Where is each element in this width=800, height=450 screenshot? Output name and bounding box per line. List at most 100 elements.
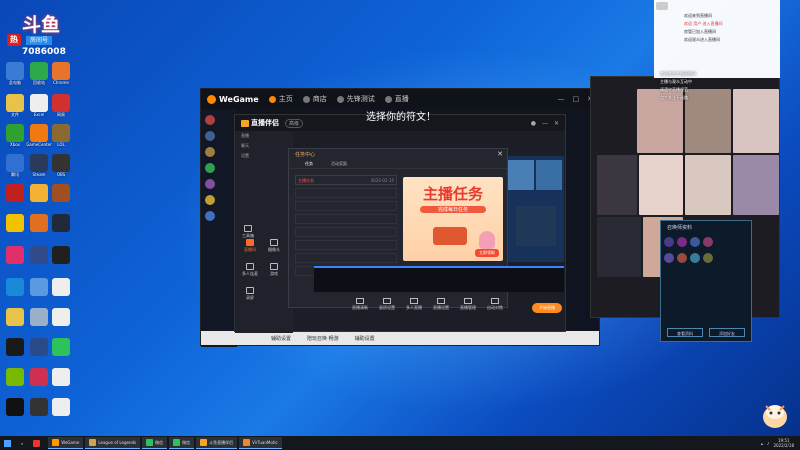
taskbar-item[interactable] (29, 437, 46, 449)
champion-avatar[interactable] (205, 179, 215, 189)
champion-avatar[interactable] (205, 131, 215, 141)
taskbar-item-vtuber[interactable]: VirTuanMotic (239, 437, 282, 449)
bottom-item[interactable]: 辅助设置 (271, 335, 291, 342)
desktop-icon[interactable] (48, 246, 74, 274)
desktop-icon[interactable] (48, 214, 74, 242)
task-row (295, 214, 397, 224)
tool-multi[interactable]: 多人连麦 (241, 263, 259, 277)
view-profile-button[interactable]: 查看资料 (667, 328, 703, 337)
taskbar-item-wegame[interactable]: WeGame (48, 437, 84, 449)
desktop-icon[interactable] (48, 184, 74, 212)
desktop-icon[interactable]: 此电脑 (2, 62, 28, 90)
photo-tile[interactable] (597, 155, 637, 215)
desktop-icon[interactable] (48, 398, 74, 426)
desktop-icon[interactable]: Chrome (48, 62, 74, 90)
bottom-item[interactable]: 陪玩召唤 畅游 (307, 335, 339, 342)
desktop-icon[interactable] (2, 308, 28, 336)
taskbar-item-lol[interactable]: League of Legends (85, 437, 141, 449)
desktop-icon[interactable]: 文件 (2, 94, 28, 122)
champion-avatar[interactable] (205, 147, 215, 157)
app-icon (52, 94, 70, 112)
desktop-icon[interactable]: 腾讯 (2, 154, 28, 182)
champion-list (201, 109, 237, 347)
start-button[interactable] (0, 437, 15, 449)
tool-live-room[interactable]: 直播间 (241, 239, 259, 253)
app-icon (30, 246, 48, 264)
champion-avatar[interactable] (205, 163, 215, 173)
sidebar-item[interactable]: 设置 (235, 151, 293, 161)
minimize-icon[interactable]: — (542, 120, 548, 127)
task-row[interactable]: 主播任务 2022-02-15 (295, 175, 397, 185)
desktop-icon[interactable] (2, 214, 28, 242)
desktop-icon[interactable] (2, 368, 28, 396)
tier-pill[interactable]: 高级 (285, 118, 304, 128)
tool-camera[interactable]: 摄像头 (265, 239, 283, 253)
desktop-icon[interactable] (48, 278, 74, 306)
rune-icon (677, 253, 687, 263)
toolbar-item[interactable]: 画质设置 (379, 298, 395, 311)
sidebar-item[interactable]: 直播 (235, 131, 293, 141)
close-icon[interactable]: ✕ (497, 150, 503, 158)
desktop-icon[interactable]: LOL (48, 124, 74, 152)
tool-toolbox[interactable]: 工具箱 (239, 225, 257, 239)
toolbar-item[interactable]: 直播管理 (460, 298, 476, 311)
maximize-icon[interactable]: □ (573, 95, 580, 103)
photo-tile[interactable] (639, 155, 683, 215)
volume-icon[interactable]: ♪ (767, 441, 770, 446)
desktop-icon[interactable] (48, 338, 74, 366)
toolbar-item[interactable]: 自动对焦 (487, 298, 503, 311)
taskbar-item-wechat[interactable]: 微信 (142, 437, 168, 449)
tab-rewards[interactable]: 活动奖励 (331, 161, 347, 167)
desktop-icon[interactable] (2, 338, 28, 366)
desktop-icon[interactable]: 网易 (48, 94, 74, 122)
tab-store[interactable]: 商店 (302, 94, 327, 104)
doc-icon (30, 94, 48, 112)
add-friend-button[interactable]: 添加好友 (709, 328, 745, 337)
champion-avatar[interactable] (205, 195, 215, 205)
desktop-icon[interactable]: OBS (48, 154, 74, 182)
avatar-icon[interactable]: ● (531, 120, 536, 127)
minimize-icon[interactable]: — (558, 95, 565, 103)
thumb-image (516, 206, 556, 246)
desktop-icon[interactable] (2, 246, 28, 274)
desktop-icon[interactable] (2, 278, 28, 306)
lol-icon (89, 439, 97, 446)
champion-avatar[interactable] (205, 115, 215, 125)
bottom-item[interactable]: 辅助设置 (355, 335, 375, 342)
clock[interactable]: 19:51 2022/2/18 (773, 438, 794, 448)
toggle-icon[interactable] (656, 2, 668, 10)
summoner-panel[interactable]: 召唤师资料 查看资料 添加好友 (660, 220, 752, 342)
toolbar-item[interactable]: 多人直播 (406, 298, 422, 311)
desktop-icon[interactable] (48, 368, 74, 396)
desktop-icon[interactable] (2, 184, 28, 212)
rune-icon (690, 253, 700, 263)
tab-test[interactable]: 先锋测试 (336, 94, 375, 104)
taskbar-item-wechat[interactable]: 微信 (169, 437, 195, 449)
sidebar-item[interactable]: 聊天 (235, 141, 293, 151)
close-icon[interactable]: ✕ (554, 120, 559, 127)
photo-tile[interactable] (597, 217, 641, 277)
desktop-icon[interactable]: Xbox (2, 124, 28, 152)
network-icon[interactable]: ▴ (761, 441, 763, 446)
start-live-button[interactable]: 开始直播 (532, 303, 562, 313)
banner-title: 主播任务 (422, 185, 483, 203)
desktop-icon[interactable] (48, 308, 74, 336)
tab-home[interactable]: 主页 (268, 94, 293, 104)
photo-tile[interactable] (685, 155, 731, 215)
wegame-titlebar: WeGame 主页 商店 先锋测试 直播 — □ ✕ (201, 89, 599, 109)
taskbar-item-studio[interactable]: 斗鱼直播伴侣 (196, 437, 238, 449)
toolbar-item[interactable]: 直播设置 (433, 298, 449, 311)
mascot-icon (763, 405, 787, 428)
search-button[interactable]: ⌕ (17, 437, 27, 449)
task-banner[interactable]: 主播任务 完成每日任务 立即领取 (403, 177, 503, 261)
tool-record[interactable]: 录屏 (241, 287, 259, 301)
toolbar-item[interactable]: 直播清晰 (352, 298, 368, 311)
tool-game[interactable]: 游戏 (265, 263, 283, 277)
champion-avatar[interactable] (205, 211, 215, 221)
claim-button[interactable]: 立即领取 (475, 249, 499, 257)
desktop-icon[interactable] (2, 398, 28, 426)
photo-tile[interactable] (733, 155, 779, 215)
tab-live[interactable]: 直播 (384, 94, 409, 104)
tab-tasks[interactable]: 任务 (305, 161, 313, 167)
live-icon (384, 95, 392, 103)
